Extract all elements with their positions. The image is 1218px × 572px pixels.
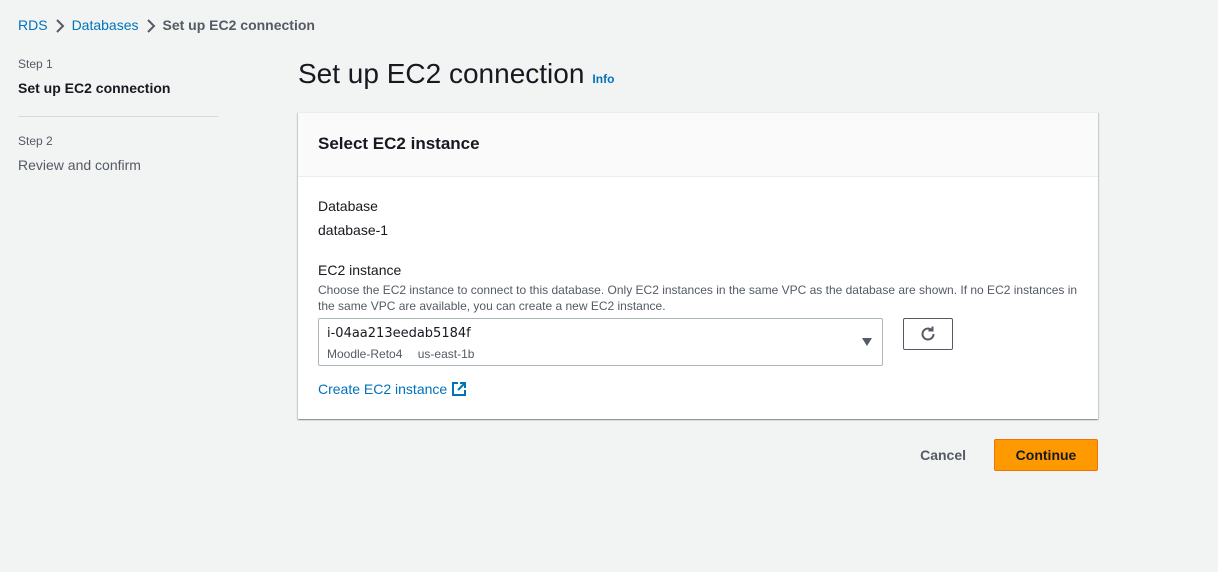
selected-instance-az: us-east-1b bbox=[417, 347, 475, 361]
create-ec2-instance-link[interactable]: Create EC2 instance bbox=[318, 381, 467, 397]
database-value: database-1 bbox=[318, 222, 389, 238]
selected-instance-id: i-04aa213eedab5184f bbox=[327, 326, 471, 341]
ec2-instance-label: EC2 instance bbox=[318, 262, 402, 278]
selected-instance-details: Moodle-Reto4 us-east-1b bbox=[327, 346, 874, 362]
breadcrumb: RDS Databases Set up EC2 connection bbox=[18, 16, 315, 34]
chevron-right-icon bbox=[48, 16, 72, 34]
chevron-right-icon bbox=[139, 16, 163, 34]
wizard-steps: Step 1 Set up EC2 connection Step 2 Revi… bbox=[18, 56, 218, 193]
external-link-icon bbox=[452, 382, 467, 396]
ec2-instance-select[interactable]: i-04aa213eedab5184f Moodle-Reto4 us-east… bbox=[318, 318, 883, 366]
ec2-instance-description: Choose the EC2 instance to connect to th… bbox=[318, 283, 1078, 313]
step-number: Step 1 bbox=[18, 57, 53, 71]
cancel-button[interactable]: Cancel bbox=[920, 439, 994, 471]
page-title: Set up EC2 connection bbox=[298, 58, 585, 89]
ec2-instance-field: EC2 instance Choose the EC2 instance to … bbox=[318, 260, 1078, 366]
breadcrumb-current: Set up EC2 connection bbox=[162, 17, 315, 33]
create-ec2-instance-label: Create EC2 instance bbox=[318, 381, 448, 397]
select-ec2-panel: Select EC2 instance Database database-1 … bbox=[298, 112, 1098, 419]
database-label: Database bbox=[318, 198, 378, 214]
step-number: Step 2 bbox=[18, 134, 53, 148]
page-header: Set up EC2 connection Info bbox=[298, 56, 614, 92]
breadcrumb-databases[interactable]: Databases bbox=[72, 16, 139, 34]
wizard-step-2: Step 2 Review and confirm bbox=[18, 116, 218, 193]
caret-down-icon bbox=[862, 338, 872, 346]
ec2-select-row: i-04aa213eedab5184f Moodle-Reto4 us-east… bbox=[318, 318, 1078, 366]
step-label: Set up EC2 connection bbox=[18, 80, 171, 96]
panel-title: Select EC2 instance bbox=[318, 134, 480, 153]
panel-header: Select EC2 instance bbox=[298, 113, 1098, 177]
info-link[interactable]: Info bbox=[592, 72, 614, 86]
selected-instance-name: Moodle-Reto4 bbox=[327, 347, 403, 361]
panel-body: Database database-1 EC2 instance Choose … bbox=[298, 177, 1098, 418]
refresh-button[interactable] bbox=[903, 318, 953, 350]
breadcrumb-rds[interactable]: RDS bbox=[18, 16, 48, 34]
step-label: Review and confirm bbox=[18, 157, 141, 173]
wizard-step-1: Step 1 Set up EC2 connection bbox=[18, 56, 218, 116]
refresh-icon bbox=[921, 326, 935, 341]
form-actions: Cancel Continue bbox=[920, 439, 1098, 471]
continue-button[interactable]: Continue bbox=[994, 439, 1098, 471]
